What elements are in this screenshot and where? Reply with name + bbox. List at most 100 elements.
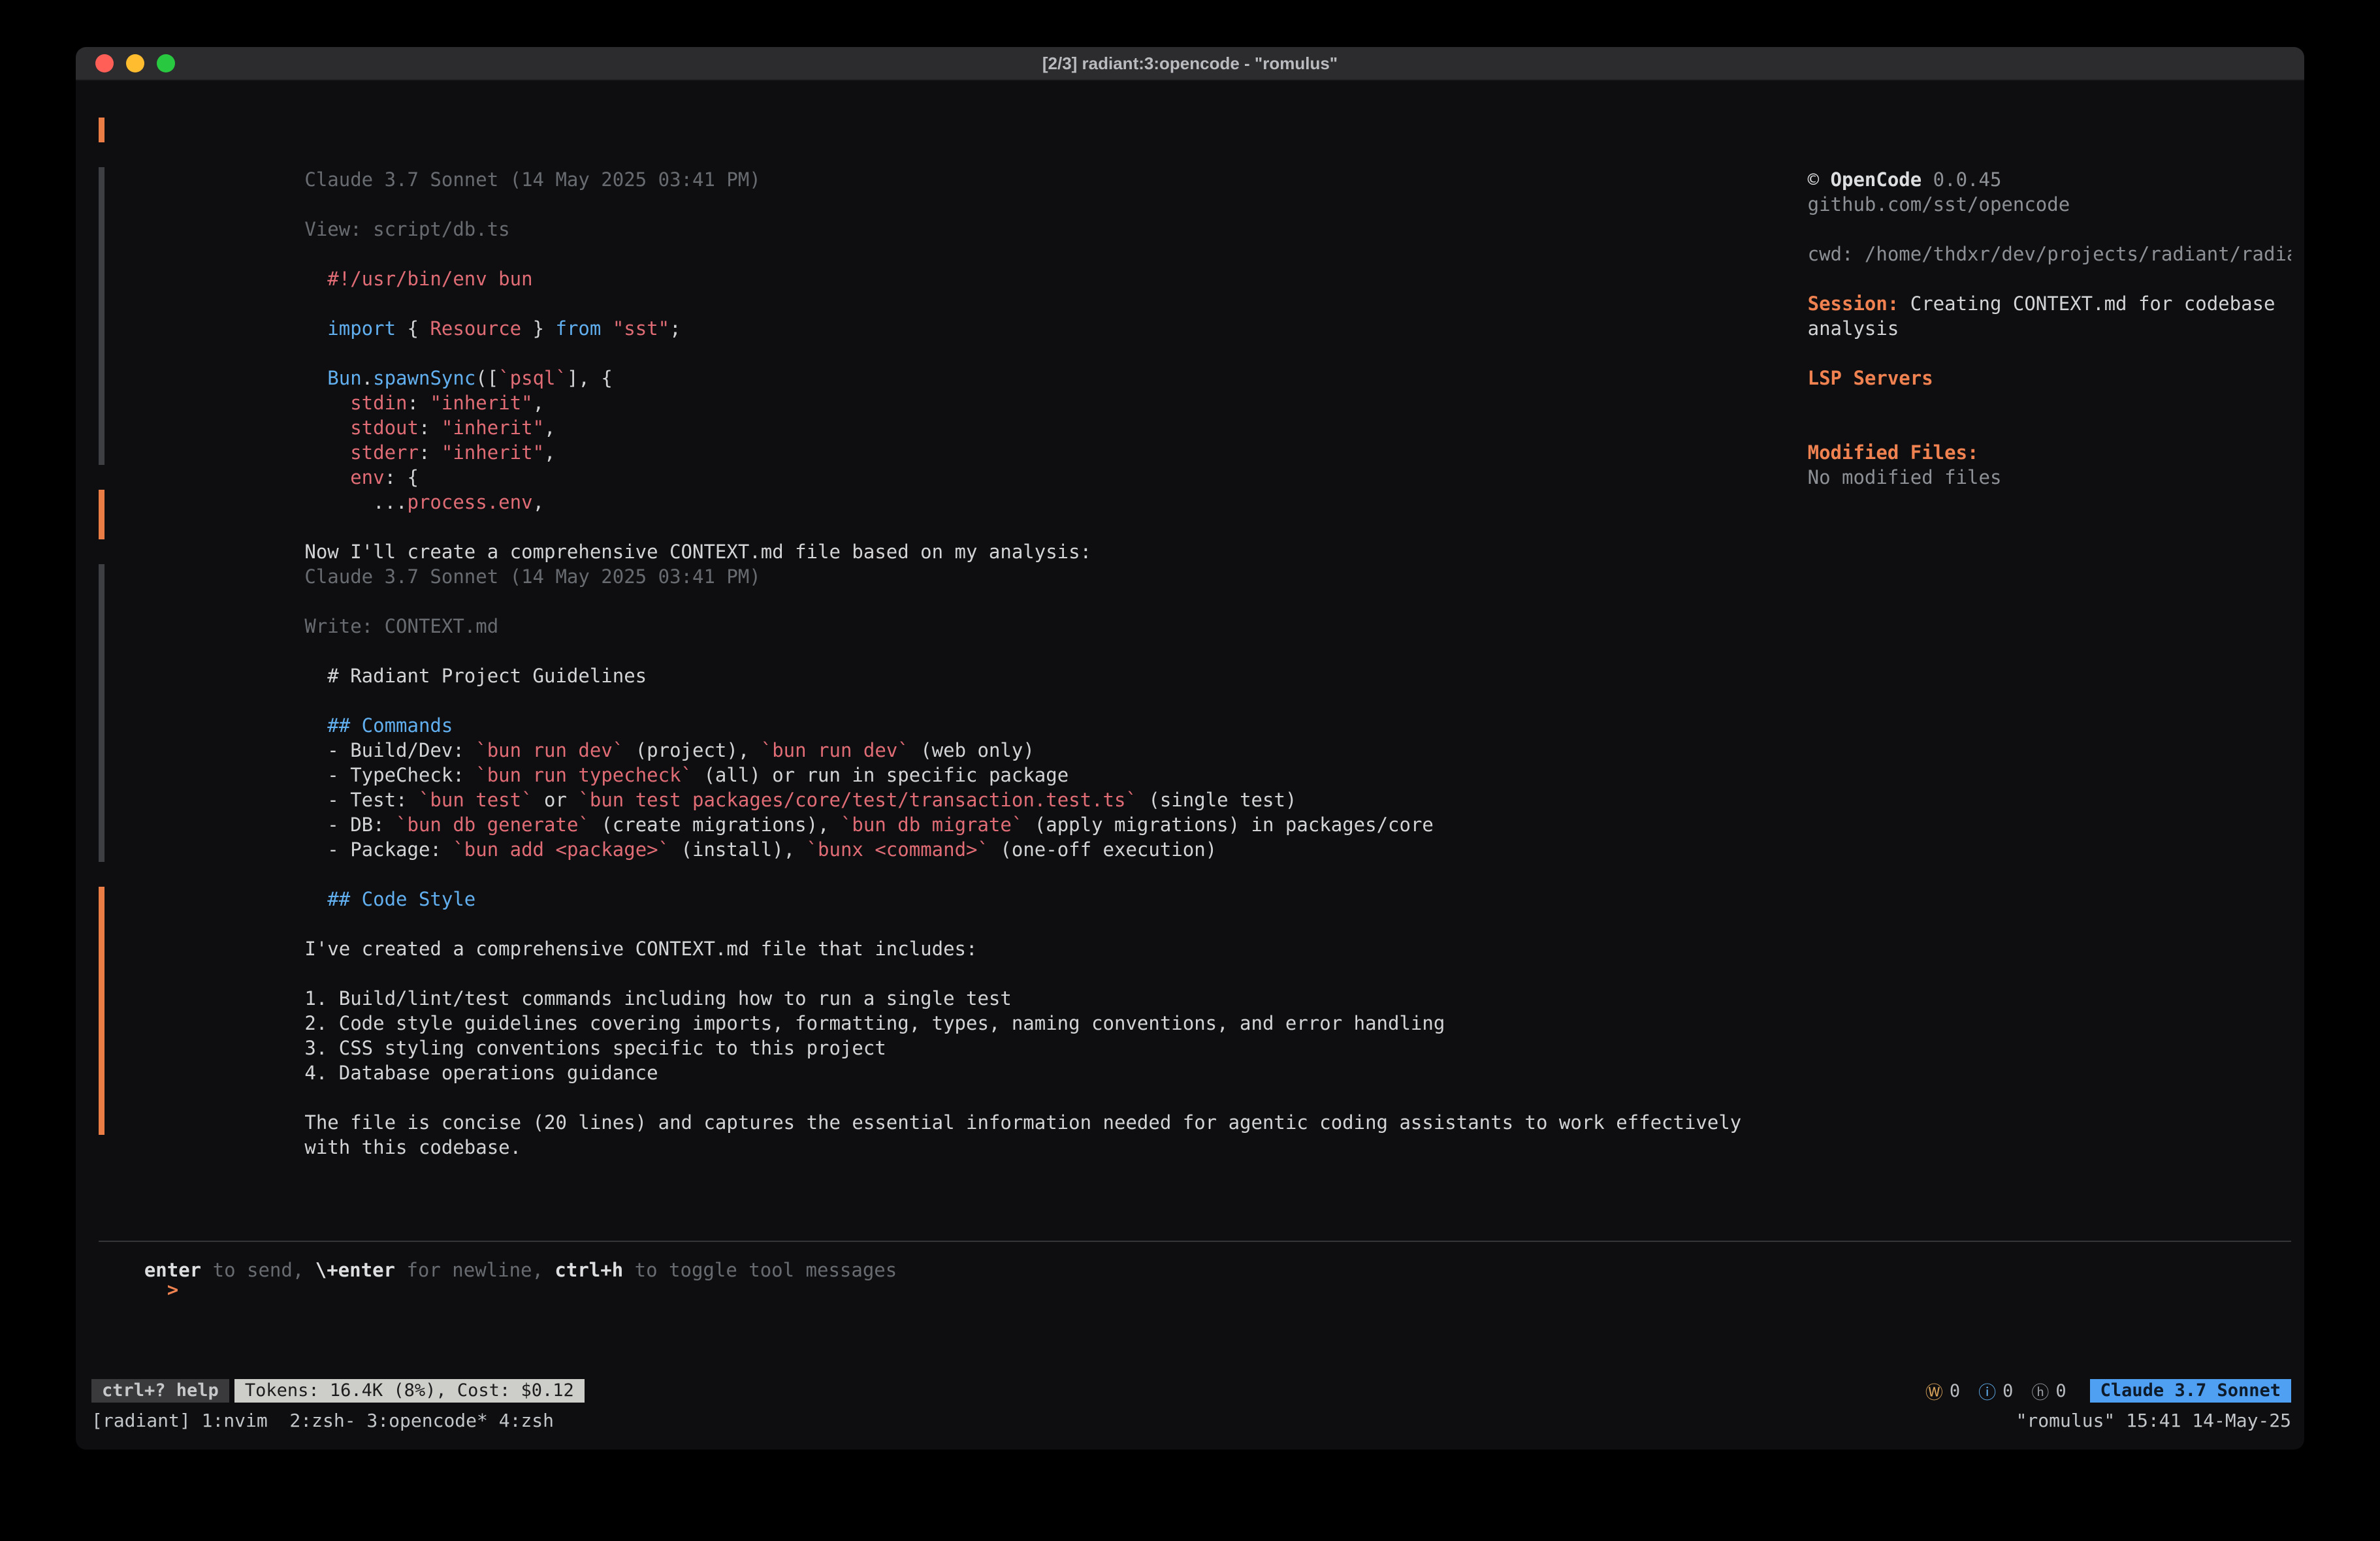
- text-segment: OpenCode: [1831, 168, 1922, 191]
- status-bar: ctrl+? help Tokens: 16.4K (8%), Cost: $0…: [76, 1375, 2304, 1406]
- text-segment: (web only): [909, 739, 1035, 761]
- close-button[interactable]: [95, 54, 114, 72]
- diagnostic-icon: Ⓦ: [1925, 1378, 1943, 1404]
- zoom-button[interactable]: [157, 54, 175, 72]
- text-segment: No modified files: [1808, 466, 2002, 488]
- text-segment: `bun db migrate`: [841, 814, 1023, 836]
- text-segment: - TypeCheck:: [304, 764, 475, 786]
- content-columns: Claude 3.7 Sonnet (14 May 2025 03:41 PM)…: [99, 118, 2291, 1160]
- diagnostic-item: ⓘ 0: [1978, 1378, 2013, 1404]
- sidebar-line: © OpenCode 0.0.45: [1694, 118, 2291, 142]
- text-segment: github.com/sst/opencode: [1808, 193, 2070, 215]
- message-lines: Write: CONTEXT.md # Radiant Project Guid…: [122, 564, 1694, 862]
- text-segment: # Radiant Project Guidelines: [304, 665, 647, 687]
- message-lines: I've created a comprehensive CONTEXT.md …: [122, 887, 1694, 1135]
- input-area[interactable]: [99, 1277, 2291, 1375]
- text-segment: View: script/db.ts: [304, 218, 509, 240]
- diagnostic-item: ⓗ 0: [2031, 1378, 2066, 1404]
- text-segment: `bunx <command>`: [807, 838, 989, 861]
- text-segment: stderr: [350, 441, 419, 464]
- text-segment: "inherit": [430, 392, 532, 414]
- text-segment: `bun db generate`: [396, 814, 590, 836]
- text-segment: (apply migrations) in packages/core: [1023, 814, 1434, 836]
- tmux-session-info: "romulus" 15:41 14-May-25: [2016, 1410, 2291, 1431]
- text-segment: from: [556, 317, 602, 340]
- text-segment: :: [419, 441, 442, 464]
- text-segment: ], {: [567, 367, 613, 389]
- message-block: Write: CONTEXT.md # Radiant Project Guid…: [99, 564, 1694, 862]
- titlebar[interactable]: [2/3] radiant:3:opencode - "romulus": [76, 47, 2304, 81]
- diagnostic-count: 0: [1950, 1381, 1960, 1401]
- text-segment: `bun test`: [419, 789, 533, 811]
- text-segment: (one-off execution): [989, 838, 1217, 861]
- tmux-windows[interactable]: [radiant] 1:nvim 2:zsh- 3:opencode* 4:zs…: [91, 1410, 554, 1431]
- text-segment: cwd: /home/thdxr/dev/projects/radiant/ra…: [1808, 243, 2291, 265]
- text-segment: `bun add <package>`: [453, 838, 669, 861]
- message-block: I've created a comprehensive CONTEXT.md …: [99, 887, 1694, 1135]
- message-line: Claude 3.7 Sonnet (14 May 2025 03:41 PM): [122, 515, 1694, 539]
- text-segment: }: [521, 317, 555, 340]
- chat-area: Claude 3.7 Sonnet (14 May 2025 03:41 PM)…: [99, 118, 1694, 1160]
- text-segment: :: [419, 417, 442, 439]
- text-segment: Claude 3.7 Sonnet (14 May 2025 03:41 PM): [304, 168, 760, 191]
- window-bottom-padding: [76, 1434, 2304, 1450]
- message-line: [122, 589, 1694, 614]
- text-segment: `bun test packages/core/test/transaction…: [578, 789, 1137, 811]
- text-segment: ,: [533, 491, 544, 513]
- message-line: - Build/Dev: `bun run dev` (project), `b…: [122, 688, 1694, 713]
- text-segment: :: [408, 392, 430, 414]
- message-lines: Claude 3.7 Sonnet (14 May 2025 03:41 PM): [122, 118, 1694, 142]
- minimize-button[interactable]: [126, 54, 144, 72]
- text-segment: `bun run typecheck`: [475, 764, 692, 786]
- traffic-lights: [95, 47, 175, 80]
- text-segment: ([: [475, 367, 498, 389]
- tmux-status-bar: [radiant] 1:nvim 2:zsh- 3:opencode* 4:zs…: [76, 1406, 2304, 1434]
- flex-spacer: [99, 1160, 2291, 1208]
- text-segment: "sst": [613, 317, 669, 340]
- input-divider: [99, 1241, 2291, 1242]
- text-segment: Resource: [430, 317, 521, 340]
- message-line: 2. Code style guidelines covering import…: [122, 961, 1694, 986]
- text-segment: with this codebase.: [304, 1136, 521, 1158]
- text-segment: ,: [544, 417, 555, 439]
- diagnostic-icon: ⓘ: [1978, 1378, 1996, 1404]
- diagnostic-item: Ⓦ 0: [1925, 1378, 1960, 1404]
- text-segment: Creating CONTEXT.md for codebase: [1899, 293, 2275, 315]
- text-segment: - Build/Dev:: [304, 739, 475, 761]
- text-segment: env: [350, 466, 384, 488]
- text-segment: "inherit": [442, 441, 544, 464]
- text-segment: ;: [669, 317, 681, 340]
- text-segment: Modified Files:: [1808, 441, 1979, 464]
- text-segment: Now I'll create a comprehensive CONTEXT.…: [304, 541, 1091, 563]
- terminal-window: [2/3] radiant:3:opencode - "romulus" Cla…: [76, 47, 2304, 1450]
- message-line: [122, 242, 1694, 266]
- diagnostic-count: 0: [2055, 1381, 2066, 1401]
- text-segment: ,: [544, 441, 555, 464]
- text-segment: I've created a comprehensive CONTEXT.md …: [304, 938, 977, 960]
- text-segment: 4. Database operations guidance: [304, 1062, 658, 1084]
- text-segment: Bun: [327, 367, 361, 389]
- text-segment: : {: [385, 466, 419, 488]
- text-segment: import: [327, 317, 396, 340]
- keyboard-hints: enter to send, \+enter for newline, ctrl…: [99, 1208, 2291, 1233]
- text-segment: stdin: [350, 392, 407, 414]
- text-segment: `bun run dev`: [761, 739, 909, 761]
- message-line: [122, 192, 1694, 217]
- prompt-input[interactable]: >: [99, 1252, 2291, 1277]
- text-segment: (project),: [624, 739, 761, 761]
- message-line: Claude 3.7 Sonnet (14 May 2025 03:41 PM): [122, 118, 1694, 142]
- text-segment: stdout: [350, 417, 419, 439]
- text-segment: ## Code Style: [304, 888, 475, 910]
- sidebar: © OpenCode 0.0.45 github.com/sst/opencod…: [1694, 118, 2291, 440]
- text-segment: `bun run dev`: [475, 739, 624, 761]
- text-segment: process.env: [408, 491, 533, 513]
- text-segment: Claude 3.7 Sonnet (14 May 2025 03:41 PM): [304, 565, 760, 588]
- diagnostic-icon: ⓗ: [2031, 1378, 2049, 1404]
- text-segment: 3. CSS styling conventions specific to t…: [304, 1037, 886, 1059]
- diagnostic-count: 0: [2002, 1381, 2013, 1401]
- message-block: View: script/db.ts #!/usr/bin/env bun: [99, 167, 1694, 465]
- text-segment: Write: CONTEXT.md: [304, 615, 498, 637]
- text-segment: "inherit": [442, 417, 544, 439]
- text-segment: #!/usr/bin/env bun: [304, 268, 532, 290]
- diagnostics: Ⓦ 0 ⓘ 0 ⓗ 0: [1925, 1378, 2066, 1404]
